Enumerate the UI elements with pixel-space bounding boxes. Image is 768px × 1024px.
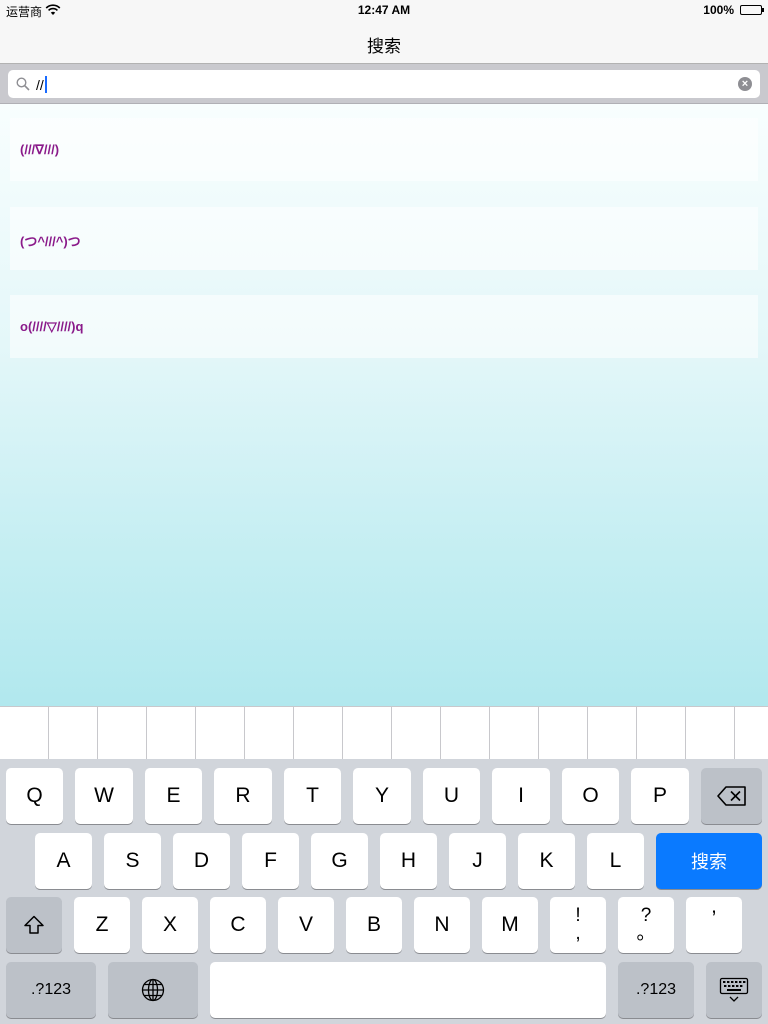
- key-i[interactable]: I: [492, 768, 550, 824]
- key-o[interactable]: O: [562, 768, 619, 824]
- candidate-cell[interactable]: [392, 707, 441, 760]
- globe-icon: [141, 978, 165, 1002]
- dismiss-keyboard-key[interactable]: [706, 962, 762, 1018]
- key-y[interactable]: Y: [353, 768, 411, 824]
- candidate-cell[interactable]: [245, 707, 294, 760]
- keyboard: Q W E R T Y U I O P A S D F G H J K L 搜索…: [0, 759, 768, 1024]
- candidate-cell[interactable]: [490, 707, 539, 760]
- key-h[interactable]: H: [380, 833, 437, 889]
- key-w[interactable]: W: [75, 768, 133, 824]
- space-bar[interactable]: [210, 962, 606, 1018]
- key-x[interactable]: X: [142, 897, 198, 953]
- key-c[interactable]: C: [210, 897, 266, 953]
- result-label: (つ^///^)つ: [20, 234, 81, 249]
- numbers-key-left[interactable]: .?123: [6, 962, 96, 1018]
- candidate-cell[interactable]: [98, 707, 147, 760]
- key-e[interactable]: E: [145, 768, 202, 824]
- key-p[interactable]: P: [631, 768, 689, 824]
- search-bar: // ×: [0, 64, 768, 104]
- search-input[interactable]: // ×: [8, 70, 760, 98]
- search-icon: [16, 77, 30, 91]
- candidate-cell[interactable]: [637, 707, 686, 760]
- key-b[interactable]: B: [346, 897, 402, 953]
- status-bar: 运营商 12:47 AM 100%: [0, 0, 768, 20]
- search-query: //: [36, 76, 47, 93]
- clock: 12:47 AM: [357, 3, 411, 17]
- result-label: (///∇///): [20, 142, 60, 157]
- candidate-cell[interactable]: [539, 707, 588, 760]
- battery-icon: [740, 5, 764, 15]
- key-r[interactable]: R: [214, 768, 272, 824]
- key-a[interactable]: A: [35, 833, 92, 889]
- search-key[interactable]: 搜索: [656, 833, 762, 889]
- candidate-cell[interactable]: [588, 707, 637, 760]
- key-d[interactable]: D: [173, 833, 230, 889]
- result-item[interactable]: o(////▽////)q: [10, 295, 758, 358]
- numbers-key-right[interactable]: .?123: [618, 962, 694, 1018]
- key-t[interactable]: T: [284, 768, 341, 824]
- candidate-cell[interactable]: [0, 707, 49, 760]
- keyboard-hide-icon: [719, 977, 749, 1002]
- candidate-cell[interactable]: [686, 707, 735, 760]
- key-period-label: 。: [636, 923, 656, 944]
- key-v[interactable]: V: [278, 897, 334, 953]
- key-g[interactable]: G: [311, 833, 368, 889]
- key-z[interactable]: Z: [74, 897, 130, 953]
- shift-icon: [24, 915, 44, 934]
- page-title: 搜索: [367, 37, 401, 56]
- key-n[interactable]: N: [414, 897, 470, 953]
- key-k[interactable]: K: [518, 833, 575, 889]
- navigation-bar: 搜索: [0, 20, 768, 64]
- key-j[interactable]: J: [449, 833, 506, 889]
- candidate-cell[interactable]: [343, 707, 392, 760]
- key-m[interactable]: M: [482, 897, 538, 953]
- key-l[interactable]: L: [587, 833, 644, 889]
- delete-key[interactable]: [701, 768, 762, 824]
- results-list: (///∇///) (つ^///^)つ o(////▽////)q: [0, 104, 768, 706]
- key-s[interactable]: S: [104, 833, 161, 889]
- key-comma-label: ,: [575, 923, 581, 944]
- candidate-cell[interactable]: [49, 707, 98, 760]
- globe-key[interactable]: [108, 962, 198, 1018]
- result-label: o(////▽////)q: [20, 319, 84, 334]
- candidate-cell[interactable]: [441, 707, 490, 760]
- clear-icon[interactable]: ×: [738, 77, 752, 91]
- key-question-period[interactable]: ?。: [618, 897, 674, 953]
- battery-percent: 100%: [703, 3, 734, 17]
- key-apostrophe[interactable]: ’: [686, 897, 742, 953]
- backspace-icon: [716, 786, 746, 806]
- key-u[interactable]: U: [423, 768, 480, 824]
- candidate-cell[interactable]: [147, 707, 196, 760]
- text-caret: [44, 76, 47, 93]
- candidate-cell[interactable]: [196, 707, 245, 760]
- result-item[interactable]: (///∇///): [10, 118, 758, 181]
- candidate-cell[interactable]: [294, 707, 343, 760]
- key-q[interactable]: Q: [6, 768, 63, 824]
- candidate-cell[interactable]: [735, 707, 768, 760]
- key-f[interactable]: F: [242, 833, 299, 889]
- shift-key[interactable]: [6, 897, 62, 953]
- candidate-bar: [0, 706, 768, 760]
- key-exclamation-comma[interactable]: !,: [550, 897, 606, 953]
- result-item[interactable]: (つ^///^)つ: [10, 207, 758, 270]
